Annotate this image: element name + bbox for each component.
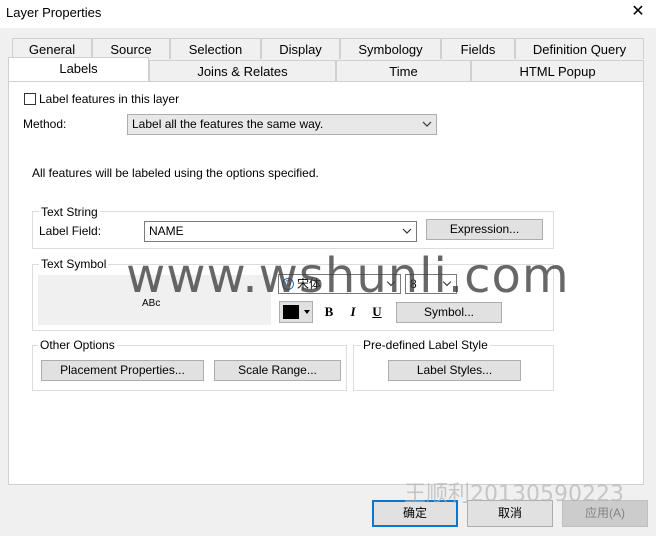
tab-definition-query[interactable]: Definition Query: [515, 38, 644, 59]
text-symbol-title: Text Symbol: [39, 257, 109, 271]
label-features-checkbox[interactable]: [24, 93, 36, 105]
symbol-button[interactable]: Symbol...: [396, 302, 502, 323]
label-field-label: Label Field:: [39, 224, 102, 238]
placement-properties-button[interactable]: Placement Properties...: [41, 360, 204, 381]
symbol-preview-text: ABc: [142, 298, 161, 309]
font-name-dropdown[interactable]: O 宋体: [278, 274, 401, 294]
chevron-down-icon: [402, 228, 412, 234]
chevron-down-icon: [304, 310, 310, 314]
color-swatch: [283, 305, 299, 319]
chevron-down-icon: [442, 281, 452, 287]
tab-general[interactable]: General: [12, 38, 92, 59]
font-size-dropdown[interactable]: 8: [405, 274, 457, 294]
tab-time[interactable]: Time: [336, 60, 471, 81]
close-icon[interactable]: ✕: [630, 4, 646, 20]
text-color-picker[interactable]: [279, 301, 313, 323]
bold-button[interactable]: B: [319, 302, 339, 322]
window-title: Layer Properties: [6, 5, 102, 20]
tab-selection[interactable]: Selection: [170, 38, 261, 59]
tab-source[interactable]: Source: [92, 38, 170, 59]
tab-html-popup[interactable]: HTML Popup: [471, 60, 644, 81]
tab-display[interactable]: Display: [261, 38, 340, 59]
predefined-label-style-title: Pre-defined Label Style: [361, 338, 490, 352]
corner-watermark-text: 王顺利20130590223: [404, 482, 624, 507]
method-value: Label all the features the same way.: [132, 117, 324, 131]
chevron-down-icon: [422, 121, 432, 127]
scale-range-button[interactable]: Scale Range...: [214, 360, 341, 381]
chevron-down-icon: [386, 281, 396, 287]
font-size-value: 8: [410, 277, 417, 291]
expression-button[interactable]: Expression...: [426, 219, 543, 240]
tab-symbology[interactable]: Symbology: [340, 38, 441, 59]
underline-button[interactable]: U: [367, 302, 387, 322]
info-text: All features will be labeled using the o…: [32, 166, 319, 180]
method-dropdown[interactable]: Label all the features the same way.: [127, 114, 437, 135]
italic-button[interactable]: I: [343, 302, 363, 322]
tab-joins-relates[interactable]: Joins & Relates: [149, 60, 336, 81]
tab-labels[interactable]: Labels: [8, 57, 149, 81]
label-styles-button[interactable]: Label Styles...: [388, 360, 521, 381]
label-features-label: Label features in this layer: [39, 92, 180, 106]
method-label: Method:: [23, 117, 67, 131]
label-field-value: NAME: [149, 224, 184, 238]
font-name-value: 宋体: [297, 277, 322, 291]
tab-fields[interactable]: Fields: [441, 38, 515, 59]
text-string-title: Text String: [39, 205, 100, 219]
other-options-title: Other Options: [38, 338, 117, 352]
label-field-dropdown[interactable]: NAME: [144, 221, 417, 242]
title-bar: Layer Properties ✕: [0, 0, 656, 28]
opentype-font-icon: O: [282, 278, 294, 290]
symbol-preview: ABc: [38, 275, 271, 325]
layer-properties-dialog: Layer Properties ✕ General Source Select…: [0, 0, 656, 536]
